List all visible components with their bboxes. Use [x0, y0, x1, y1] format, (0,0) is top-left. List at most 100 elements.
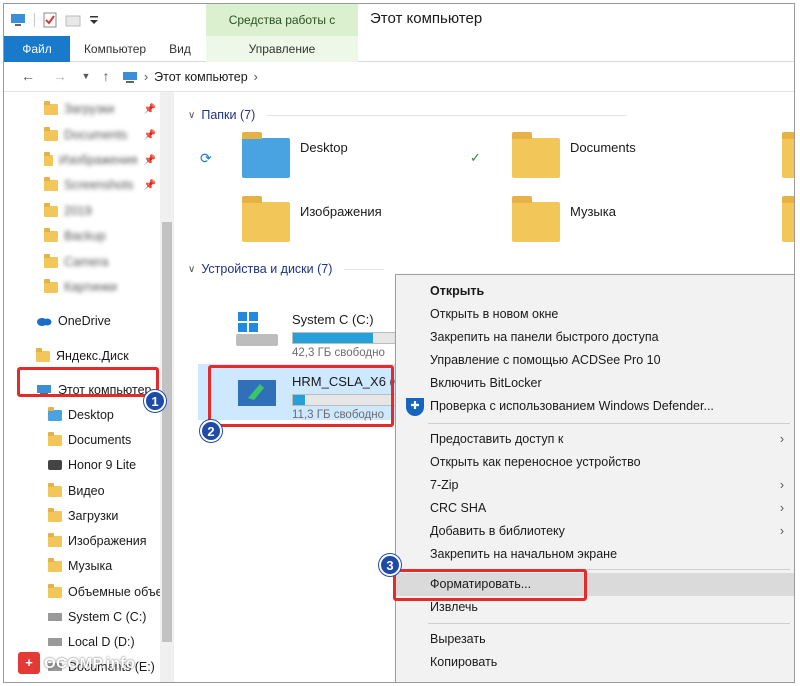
- navigation-bar: ← → ▼ ↑ › Этот компьютер ›: [4, 62, 794, 92]
- collapse-chevron-icon[interactable]: ∨: [188, 264, 195, 275]
- nav-quick-item[interactable]: Картинки: [44, 275, 117, 299]
- nav-pc-item-label: Музыка: [68, 559, 113, 573]
- nav-pc-item-label: Объемные объе: [68, 585, 163, 599]
- customize-dropdown-icon[interactable]: [89, 13, 99, 27]
- tab-file[interactable]: Файл: [4, 36, 70, 62]
- nav-scrollbar[interactable]: [160, 92, 174, 682]
- up-arrow-icon[interactable]: ↑: [98, 68, 114, 84]
- back-arrow-icon[interactable]: ←: [20, 68, 36, 84]
- breadcrumb-separator-icon[interactable]: ›: [144, 70, 148, 84]
- highlight-format: [393, 569, 587, 601]
- pictures-folder-icon: [242, 196, 290, 242]
- folder-icon: [44, 227, 58, 242]
- nav-yandex-disk[interactable]: Яндекс.Диск: [36, 344, 129, 368]
- pin-icon[interactable]: 📌: [144, 180, 156, 191]
- nav-onedrive[interactable]: OneDrive: [36, 309, 111, 333]
- folder-icon: [44, 100, 58, 115]
- music-folder-icon: [512, 196, 560, 242]
- menu-item-pin-start[interactable]: Закрепить на начальном экране: [396, 543, 794, 566]
- folder-icon: [44, 151, 53, 166]
- menu-item-crc-sha[interactable]: CRC SHA ›: [396, 497, 794, 520]
- folder-tile[interactable]: Desktop: [242, 132, 348, 178]
- nav-quick-item[interactable]: Screenshots 📌: [44, 173, 156, 197]
- submenu-arrow-icon: ›: [779, 501, 784, 515]
- menu-item-defender[interactable]: ✚ Проверка с использованием Windows Defe…: [396, 395, 794, 418]
- folder-icon[interactable]: [782, 196, 794, 242]
- drive-free-space: 42,3 ГБ свободно: [292, 347, 385, 359]
- menu-item-add-to-library[interactable]: Добавить в библиотеку ›: [396, 520, 794, 543]
- nav-pc-item[interactable]: System C (C:): [48, 605, 146, 629]
- forward-arrow-icon[interactable]: →: [52, 68, 68, 84]
- menu-item-acdsee[interactable]: Управление с помощью ACDSee Pro 10: [396, 349, 794, 372]
- tab-computer[interactable]: Компьютер: [76, 36, 154, 62]
- ribbon-tabs: Файл Компьютер Вид Управление: [4, 36, 794, 62]
- nav-quick-item[interactable]: Загрузки 📌: [44, 97, 156, 121]
- nav-pc-item[interactable]: Local D (D:): [48, 630, 135, 654]
- nav-quick-item-label: Загрузки: [64, 102, 115, 116]
- nav-quick-item[interactable]: Documents 📌: [44, 123, 156, 147]
- folder-icon: [44, 202, 58, 217]
- nav-quick-item-label: Backup: [64, 229, 106, 243]
- nav-pc-item-label: Загрузки: [68, 509, 119, 523]
- menu-separator: [428, 623, 790, 624]
- collapse-chevron-icon[interactable]: ∨: [188, 110, 195, 121]
- properties-icon[interactable]: [43, 12, 57, 28]
- address-bar[interactable]: › Этот компьютер ›: [122, 66, 794, 88]
- folder-icon: [44, 278, 58, 293]
- nav-pc-item[interactable]: Honor 9 Lite: [48, 453, 136, 477]
- tab-manage[interactable]: Управление: [206, 36, 358, 62]
- tab-view[interactable]: Вид: [164, 36, 196, 62]
- folder-tile-name: Изображения: [300, 204, 382, 219]
- breadcrumb-chevron-icon[interactable]: ›: [254, 70, 258, 84]
- nav-yandex-label: Яндекс.Диск: [56, 349, 129, 363]
- pin-icon[interactable]: 📌: [144, 104, 156, 115]
- new-folder-icon[interactable]: [65, 13, 81, 27]
- menu-item-share-with[interactable]: Предоставить доступ к ›: [396, 428, 794, 451]
- folder-tile[interactable]: Documents: [512, 132, 636, 178]
- nav-pc-item[interactable]: Изображения: [48, 529, 147, 553]
- video-folder-icon: [48, 482, 62, 497]
- menu-item-cut[interactable]: Вырезать: [396, 628, 794, 651]
- nav-pc-item[interactable]: Загрузки: [48, 504, 118, 528]
- nav-pc-item[interactable]: Desktop: [48, 403, 114, 427]
- pin-icon[interactable]: 📌: [144, 155, 156, 166]
- nav-quick-item[interactable]: Изображения 📌: [44, 148, 156, 172]
- step-badge: 3: [379, 554, 401, 576]
- folders-group-header[interactable]: ∨ Папки (7): [188, 108, 628, 122]
- menu-item-bitlocker[interactable]: Включить BitLocker: [396, 372, 794, 395]
- nav-pc-item[interactable]: Музыка: [48, 554, 112, 578]
- nav-pc-item[interactable]: Объемные объе: [48, 580, 163, 604]
- nav-quick-item-label: Screenshots: [64, 178, 134, 192]
- nav-quick-item-label: Documents: [64, 128, 128, 142]
- explorer-window: Средства работы с дисками Этот компьютер…: [3, 3, 795, 683]
- menu-item-open[interactable]: Открыть: [396, 280, 794, 303]
- nav-pc-item-label: Видео: [68, 484, 105, 498]
- menu-item-copy[interactable]: Копировать: [396, 651, 794, 674]
- documents-folder-icon: [48, 431, 62, 446]
- desktop-folder-icon: [242, 132, 290, 178]
- pin-icon[interactable]: 📌: [144, 130, 156, 141]
- recent-locations-chevron-icon[interactable]: ▼: [78, 68, 94, 84]
- menu-item-defender-label: Проверка с использованием Windows Defend…: [430, 399, 714, 413]
- music-folder-icon: [48, 557, 62, 572]
- menu-item-pin-quick-access[interactable]: Закрепить на панели быстрого доступа: [396, 326, 794, 349]
- folder-icon: [44, 126, 58, 141]
- folder-tile[interactable]: Музыка: [512, 196, 616, 242]
- nav-quick-item[interactable]: Camera: [44, 250, 108, 274]
- breadcrumb-this-pc[interactable]: Этот компьютер: [154, 70, 247, 84]
- context-menu: Открыть Открыть в новом окне Закрепить н…: [395, 274, 794, 682]
- drive-tile[interactable]: System C (C:) 42,3 ГБ свободно: [234, 310, 396, 359]
- folder-icon[interactable]: [782, 132, 794, 178]
- nav-scrollbar-thumb[interactable]: [162, 222, 172, 642]
- nav-pc-item[interactable]: Видео: [48, 479, 105, 503]
- folder-tile[interactable]: Изображения: [242, 196, 382, 242]
- menu-item-7zip[interactable]: 7-Zip ›: [396, 474, 794, 497]
- computer-icon[interactable]: [10, 13, 26, 27]
- nav-quick-item[interactable]: Backup: [44, 224, 106, 248]
- devices-group-header[interactable]: ∨ Устройства и диски (7): [188, 262, 385, 276]
- 3d-objects-folder-icon: [48, 583, 62, 598]
- nav-quick-item[interactable]: 2019: [44, 199, 92, 223]
- nav-pc-item[interactable]: Documents: [48, 428, 131, 452]
- menu-item-open-portable[interactable]: Открыть как переносное устройство: [396, 451, 794, 474]
- menu-item-open-new-window[interactable]: Открыть в новом окне: [396, 303, 794, 326]
